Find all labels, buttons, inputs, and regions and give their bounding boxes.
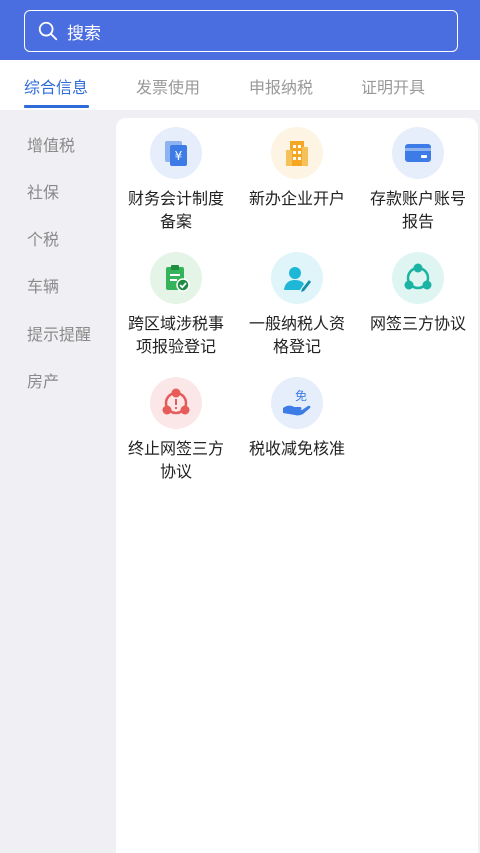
sidebar-item-reminders[interactable]: 提示提醒	[27, 321, 91, 345]
service-label: 网签三方协议	[369, 314, 466, 333]
three-party-icon	[392, 252, 444, 304]
service-label: 存款账户账号 报告	[369, 189, 466, 231]
search-icon	[38, 21, 58, 41]
service-label: 财务会计制度 备案	[127, 189, 224, 231]
service-three-party-agreement[interactable]: 网签三方协议	[358, 252, 478, 335]
active-tab-indicator	[24, 105, 89, 108]
service-label: 跨区域涉税事 项报验登记	[127, 314, 224, 356]
svg-text:免: 免	[295, 388, 307, 403]
tax-exemption-icon: 免	[271, 377, 323, 429]
services-panel: ¥ 财务会计制度 备案 新办企业开户 存款账户账号 报告 跨区域涉税事 项报验登…	[116, 118, 478, 853]
person-edit-icon	[271, 252, 323, 304]
service-bank-account-report[interactable]: 存款账户账号 报告	[358, 127, 478, 233]
header-bar: 搜索	[0, 0, 480, 60]
service-finance-filing[interactable]: ¥ 财务会计制度 备案	[116, 127, 236, 233]
service-label: 一般纳税人资 格登记	[248, 314, 345, 356]
svg-text:¥: ¥	[175, 149, 183, 163]
clipboard-check-icon	[150, 252, 202, 304]
tab-tax-filing[interactable]: 申报纳税	[249, 74, 313, 98]
service-label: 税收减免核准	[248, 439, 345, 458]
search-placeholder: 搜索	[67, 23, 101, 44]
category-sidebar: 增值税 社保 个税 车辆 提示提醒 房产	[0, 110, 116, 853]
service-label: 终止网签三方 协议	[127, 439, 224, 481]
sidebar-item-social-security[interactable]: 社保	[27, 179, 59, 203]
tab-invoice-use[interactable]: 发票使用	[136, 74, 200, 98]
tab-general-info[interactable]: 综合信息	[24, 74, 88, 98]
tab-bar: 综合信息 发票使用 申报纳税 证明开具	[0, 60, 480, 110]
service-label: 新办企业开户	[248, 189, 345, 208]
tab-certificate[interactable]: 证明开具	[361, 74, 425, 98]
sidebar-item-vat[interactable]: 增值税	[27, 132, 75, 156]
service-tax-exemption[interactable]: 免 税收减免核准	[237, 377, 357, 460]
building-icon	[271, 127, 323, 179]
sidebar-item-personal-tax[interactable]: 个税	[27, 226, 59, 250]
finance-document-icon: ¥	[150, 127, 202, 179]
sidebar-item-property[interactable]: 房产	[27, 368, 59, 392]
search-input[interactable]: 搜索	[24, 10, 458, 52]
service-terminate-three-party[interactable]: 终止网签三方 协议	[116, 377, 236, 483]
sidebar-item-vehicle[interactable]: 车辆	[27, 273, 59, 297]
terminate-three-party-icon	[150, 377, 202, 429]
service-new-enterprise[interactable]: 新办企业开户	[237, 127, 357, 210]
service-general-taxpayer[interactable]: 一般纳税人资 格登记	[237, 252, 357, 358]
service-cross-region-registration[interactable]: 跨区域涉税事 项报验登记	[116, 252, 236, 358]
bank-card-icon	[392, 127, 444, 179]
